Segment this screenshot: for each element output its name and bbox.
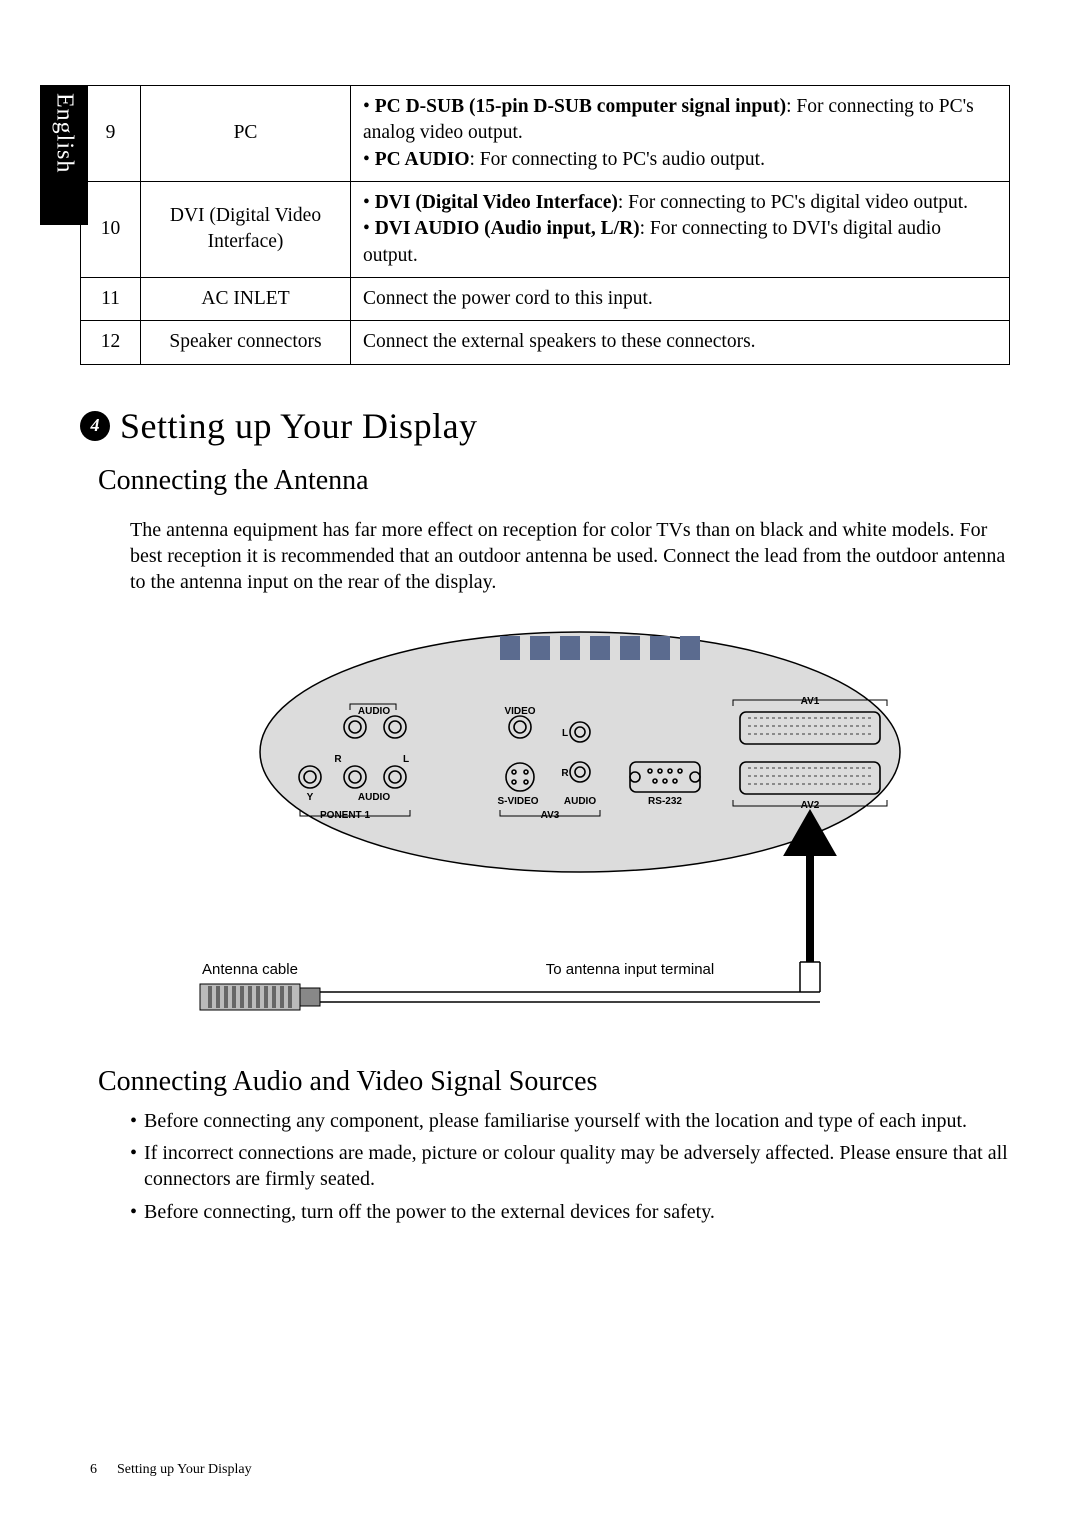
- table-desc: • PC D-SUB (15-pin D-SUB computer signal…: [351, 86, 1010, 182]
- subsection-title-av: Connecting Audio and Video Signal Source…: [98, 1066, 1010, 1098]
- svg-text:To antenna input terminal: To antenna input terminal: [546, 961, 714, 978]
- language-tab: English: [40, 85, 88, 225]
- svg-text:R: R: [334, 754, 342, 765]
- page-number: 6: [90, 1462, 97, 1478]
- svg-text:Y: Y: [307, 792, 314, 803]
- subsection-title-antenna: Connecting the Antenna: [98, 465, 1010, 497]
- list-item: •If incorrect connections are made, pict…: [130, 1140, 1010, 1193]
- footer-text: Setting up Your Display: [117, 1462, 252, 1478]
- svg-text:S-VIDEO: S-VIDEO: [497, 796, 538, 807]
- table-desc: Connect the power cord to this input.: [351, 277, 1010, 320]
- svg-text:AV1: AV1: [801, 696, 820, 707]
- page-footer: 6 Setting up Your Display: [90, 1462, 252, 1478]
- list-item: •Before connecting, turn off the power t…: [130, 1199, 1010, 1225]
- table-row: 11 AC INLET Connect the power cord to th…: [81, 277, 1010, 320]
- table-row: 10 DVI (Digital Video Interface) • DVI (…: [81, 181, 1010, 277]
- table-row: 12 Speaker connectors Connect the extern…: [81, 321, 1010, 364]
- section-number-badge: 4: [80, 411, 110, 441]
- table-row: 9 PC • PC D-SUB (15-pin D-SUB computer s…: [81, 86, 1010, 182]
- svg-text:RS-232: RS-232: [648, 796, 682, 807]
- diagram-svg: AUDIO VIDEO L R S-VIDEO AUDIO RS-232 Y A…: [160, 622, 930, 1052]
- svg-text:VIDEO: VIDEO: [504, 706, 535, 717]
- language-label: English: [51, 93, 78, 173]
- section-title: Setting up Your Display: [120, 405, 478, 447]
- table-desc: • DVI (Digital Video Interface): For con…: [351, 181, 1010, 277]
- svg-text:AUDIO: AUDIO: [564, 796, 596, 807]
- svg-text:L: L: [562, 728, 568, 739]
- svg-text:AUDIO: AUDIO: [358, 792, 390, 803]
- av-bullets: •Before connecting any component, please…: [130, 1108, 1010, 1226]
- svg-text:R: R: [561, 768, 569, 779]
- list-item: •Before connecting any component, please…: [130, 1108, 1010, 1134]
- connector-table: 9 PC • PC D-SUB (15-pin D-SUB computer s…: [80, 85, 1010, 365]
- antenna-diagram: AUDIO VIDEO L R S-VIDEO AUDIO RS-232 Y A…: [80, 622, 1010, 1052]
- page-content: 9 PC • PC D-SUB (15-pin D-SUB computer s…: [0, 0, 1080, 1271]
- svg-text:Antenna cable: Antenna cable: [202, 961, 298, 978]
- antenna-paragraph: The antenna equipment has far more effec…: [130, 517, 1010, 596]
- section-title-row: 4 Setting up Your Display: [80, 405, 1010, 447]
- table-desc: Connect the external speakers to these c…: [351, 321, 1010, 364]
- svg-text:AUDIO: AUDIO: [358, 706, 390, 717]
- svg-text:L: L: [403, 754, 409, 765]
